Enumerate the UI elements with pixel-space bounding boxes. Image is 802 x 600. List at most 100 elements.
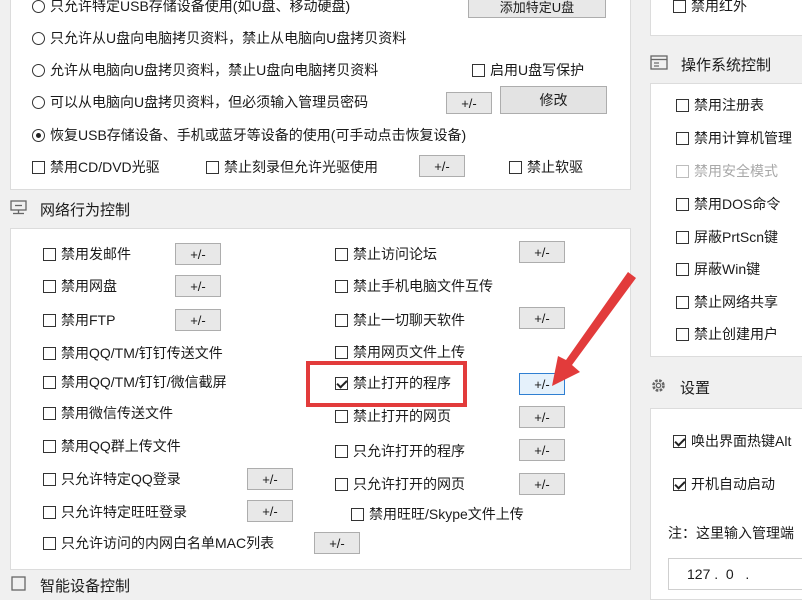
checkbox[interactable] [509, 160, 522, 174]
radio-button[interactable] [32, 95, 45, 109]
checkbox-label: 禁用QQ群上传文件 [61, 438, 181, 454]
net-left-item[interactable]: 只允许特定旺旺登录 [43, 500, 187, 524]
checkbox[interactable] [676, 131, 689, 145]
checkbox-label: 禁止一切聊天软件 [353, 312, 465, 328]
autostart-checkbox[interactable]: 开机自动启动 [673, 472, 775, 496]
os-item[interactable]: 禁止网络共享 [676, 290, 778, 314]
checkbox[interactable] [335, 477, 348, 491]
checkbox[interactable] [676, 327, 689, 341]
net-left-item[interactable]: 禁用QQ群上传文件 [43, 434, 181, 458]
email-plus-minus-button[interactable]: +/- [175, 243, 221, 265]
disable-cd-checkbox[interactable]: 禁用CD/DVD光驱 [32, 155, 160, 179]
burn-plus-minus-button[interactable]: +/- [419, 155, 465, 177]
os-item[interactable]: 屏蔽Win键 [676, 257, 760, 281]
checkbox[interactable] [43, 346, 56, 360]
checkbox[interactable] [335, 376, 348, 390]
checkbox[interactable] [472, 63, 485, 77]
checkbox[interactable] [673, 477, 686, 491]
net-right-item-block-programs[interactable]: 禁止打开的程序 [335, 371, 451, 395]
checkbox[interactable] [32, 160, 45, 174]
net-right-item[interactable]: 禁止手机电脑文件互传 [335, 274, 493, 298]
qq-login-plus-minus-button[interactable]: +/- [247, 468, 293, 490]
usb-option-read-only[interactable]: 只允许从U盘向电脑拷贝资料，禁止从电脑向U盘拷贝资料 [32, 26, 406, 50]
os-item[interactable]: 禁用计算机管理 [676, 126, 792, 150]
section-title: 操作系统控制 [681, 57, 772, 74]
checkbox-label: 只允许打开的网页 [353, 476, 465, 492]
net-left-item[interactable]: 只允许访问的内网白名单MAC列表 [43, 531, 274, 555]
checkbox[interactable] [351, 507, 364, 521]
net-right-item[interactable]: 禁用旺旺/Skype文件上传 [351, 502, 524, 526]
forum-plus-minus-button[interactable]: +/- [519, 241, 565, 263]
allow-programs-plus-minus-button[interactable]: +/- [519, 439, 565, 461]
checkbox[interactable] [676, 197, 689, 211]
checkbox[interactable] [335, 444, 348, 458]
checkbox[interactable] [335, 279, 348, 293]
disable-burn-checkbox[interactable]: 禁止刻录但允许光驱使用 [206, 155, 378, 179]
usb-option-specific-devices[interactable]: 只允许特定USB存储设备使用(如U盘、移动硬盘) [32, 0, 350, 18]
checkbox-label: 禁用计算机管理 [694, 130, 792, 146]
server-ip-input[interactable]: 127 . 0 . [668, 558, 802, 590]
checkbox[interactable] [673, 434, 686, 448]
disable-infrared-checkbox[interactable]: 禁用红外 [673, 0, 747, 18]
checkbox[interactable] [43, 536, 56, 550]
net-right-item[interactable]: 只允许打开的程序 [335, 439, 465, 463]
netdisk-plus-minus-button[interactable]: +/- [175, 275, 221, 297]
window-icon [650, 55, 668, 74]
checkbox[interactable] [676, 230, 689, 244]
disable-floppy-checkbox[interactable]: 禁止软驱 [509, 155, 583, 179]
radio-button[interactable] [32, 63, 45, 77]
checkbox[interactable] [43, 375, 56, 389]
radio-button[interactable] [32, 31, 45, 45]
add-specific-usb-button[interactable]: 添加特定U盘 [468, 0, 606, 18]
hotkey-checkbox[interactable]: 唤出界面热键Alt [673, 429, 791, 453]
checkbox[interactable] [43, 472, 56, 486]
checkbox[interactable] [43, 406, 56, 420]
usb-write-protect-checkbox[interactable]: 启用U盘写保护 [472, 58, 584, 82]
net-left-item[interactable]: 禁用网盘 [43, 274, 117, 298]
checkbox[interactable] [676, 262, 689, 276]
net-right-item[interactable]: 禁止访问论坛 [335, 242, 437, 266]
os-item-disabled: 禁用安全模式 [676, 159, 778, 183]
os-item[interactable]: 禁用DOS命令 [676, 192, 780, 216]
checkbox[interactable] [335, 313, 348, 327]
usb-option-restore[interactable]: 恢复USB存储设备、手机或蓝牙等设备的使用(可手动点击恢复设备) [32, 123, 466, 147]
checkbox[interactable] [43, 505, 56, 519]
usb-option-password[interactable]: 可以从电脑向U盘拷贝资料，但必须输入管理员密码 [32, 90, 368, 114]
checkbox[interactable] [206, 160, 219, 174]
checkbox[interactable] [43, 439, 56, 453]
radio-button[interactable] [32, 128, 45, 142]
checkbox[interactable] [335, 247, 348, 261]
net-right-item[interactable]: 禁用网页文件上传 [335, 340, 465, 364]
checkbox-label: 启用U盘写保护 [490, 62, 585, 78]
checkbox[interactable] [673, 0, 686, 13]
checkbox[interactable] [43, 279, 56, 293]
net-left-item[interactable]: 禁用FTP [43, 308, 115, 332]
net-right-item[interactable]: 只允许打开的网页 [335, 472, 465, 496]
net-right-item[interactable]: 禁止打开的网页 [335, 404, 451, 428]
checkbox[interactable] [335, 409, 348, 423]
mac-whitelist-plus-minus-button[interactable]: +/- [314, 532, 360, 554]
allow-webpages-plus-minus-button[interactable]: +/- [519, 473, 565, 495]
checkbox[interactable] [676, 98, 689, 112]
radio-button[interactable] [32, 0, 45, 13]
os-item[interactable]: 屏蔽PrtScn键 [676, 225, 778, 249]
usb-option-label: 只允许从U盘向电脑拷贝资料，禁止从电脑向U盘拷贝资料 [50, 30, 407, 46]
usb-password-plus-minus-button[interactable]: +/- [446, 92, 492, 114]
wangwang-login-plus-minus-button[interactable]: +/- [247, 500, 293, 522]
os-item[interactable]: 禁用注册表 [676, 93, 764, 117]
net-left-item[interactable]: 只允许特定QQ登录 [43, 467, 181, 491]
usb-password-edit-button[interactable]: 修改 [500, 86, 607, 114]
net-right-item[interactable]: 禁止一切聊天软件 [335, 308, 465, 332]
net-left-item[interactable]: 禁用QQ/TM/钉钉传送文件 [43, 341, 223, 365]
net-left-item[interactable]: 禁用发邮件 [43, 242, 131, 266]
net-left-item[interactable]: 禁用微信传送文件 [43, 401, 173, 425]
checkbox[interactable] [43, 247, 56, 261]
checkbox[interactable] [43, 313, 56, 327]
checkbox[interactable] [335, 345, 348, 359]
net-left-item[interactable]: 禁用QQ/TM/钉钉/微信截屏 [43, 370, 227, 394]
os-item[interactable]: 禁止创建用户 [676, 322, 778, 346]
usb-option-write-only[interactable]: 允许从电脑向U盘拷贝资料，禁止U盘向电脑拷贝资料 [32, 58, 378, 82]
block-webpages-plus-minus-button[interactable]: +/- [519, 406, 565, 428]
checkbox[interactable] [676, 295, 689, 309]
ftp-plus-minus-button[interactable]: +/- [175, 309, 221, 331]
